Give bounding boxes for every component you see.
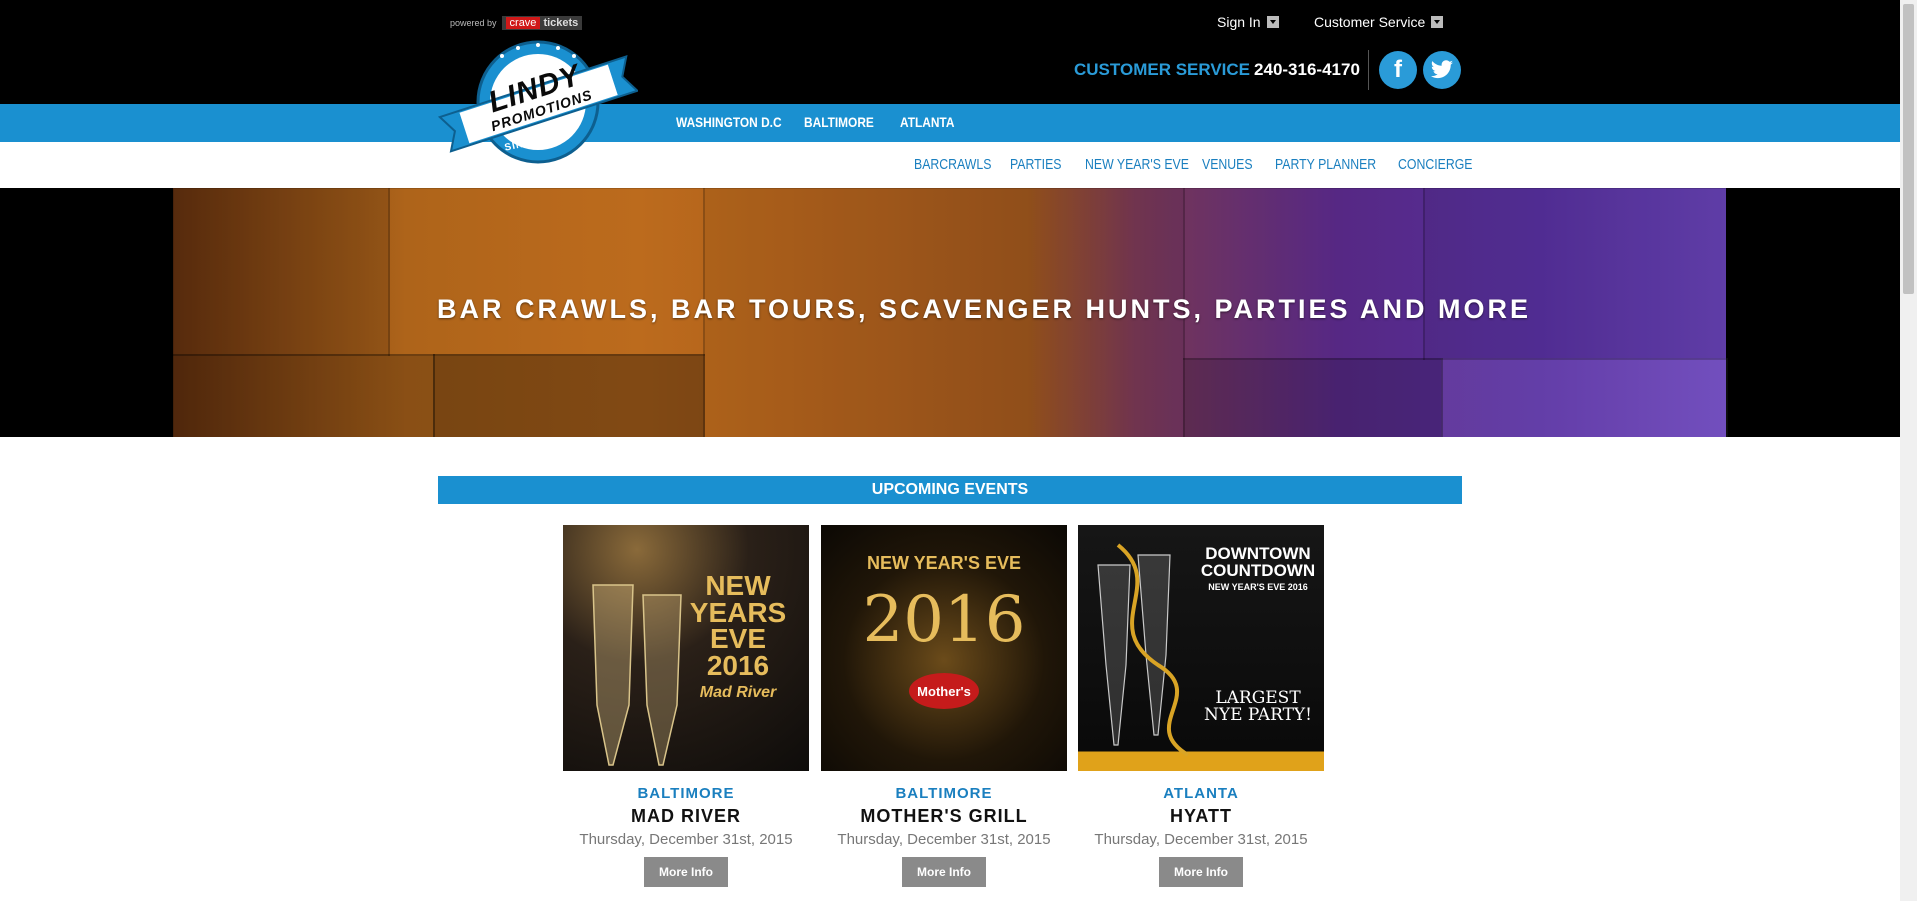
more-info-button[interactable]: More Info [644, 857, 728, 887]
poster-line: Mad River [699, 684, 777, 702]
lindy-promotions-logo[interactable]: LINDY PROMOTIONS SINCE 1993 [437, 38, 640, 168]
event-poster-mothers-grill[interactable]: NEW YEAR'S EVE 2016 Mother's [821, 525, 1067, 771]
customer-service-label: Customer Service [1314, 14, 1426, 30]
nav-new-years-eve[interactable]: NEW YEAR'S EVE [1085, 156, 1189, 173]
nav-concierge[interactable]: CONCIERGE [1398, 156, 1472, 173]
nav-barcrawls[interactable]: BARCRAWLS [914, 156, 991, 173]
poster-line: Mother's [909, 673, 979, 709]
nav-baltimore[interactable]: BALTIMORE [804, 114, 874, 130]
nav-party-planner[interactable]: PARTY PLANNER [1275, 156, 1376, 173]
poster-line: 2016 [862, 583, 1026, 657]
more-info-button[interactable]: More Info [1159, 857, 1243, 887]
customer-service-menu[interactable]: Customer Service [1314, 14, 1444, 30]
crave-label: crave [505, 17, 541, 29]
poster-line: NEW YEAR'S EVE 2016 [1208, 582, 1308, 592]
top-header [0, 0, 1900, 104]
cs-phone[interactable]: 240-316-4170 [1254, 60, 1360, 79]
poster-line: NEW [705, 570, 771, 601]
poster-line: YEARS [689, 596, 787, 628]
poster-line: EVE [709, 623, 767, 655]
event-venue[interactable]: HYATT [1078, 806, 1324, 827]
event-venue[interactable]: MOTHER'S GRILL [821, 806, 1067, 827]
upcoming-events-header: UPCOMING EVENTS [438, 476, 1462, 504]
twitter-bird [1431, 60, 1453, 79]
facebook-icon[interactable]: f [1379, 51, 1417, 89]
poster-line: NEW YEAR'S EVE [867, 553, 1021, 573]
tickets-label: tickets [543, 17, 579, 29]
poster-line: COUNTDOWN [1200, 561, 1316, 580]
poster-line: 2016 [706, 649, 770, 681]
nav-atlanta[interactable]: ATLANTA [900, 114, 954, 130]
event-poster-hyatt[interactable]: DOWNTOWN COUNTDOWN NEW YEAR'S EVE 2016 L… [1078, 525, 1324, 771]
event-card-hyatt: DOWNTOWN COUNTDOWN NEW YEAR'S EVE 2016 L… [1078, 525, 1324, 887]
customer-service-phone: CUSTOMER SERVICE 240-316-4170 [1074, 60, 1360, 80]
more-info-button[interactable]: More Info [902, 857, 986, 887]
hero-headline: BAR CRAWLS, BAR TOURS, SCAVENGER HUNTS, … [437, 294, 1532, 324]
event-city: BALTIMORE [895, 785, 993, 802]
event-card-mad-river: NEW YEARS EVE 2016 Mad River BALTIMORE M… [563, 525, 809, 887]
cs-label: CUSTOMER SERVICE [1074, 60, 1251, 79]
poster-line: NYE PARTY! [1204, 705, 1312, 725]
powered-by[interactable]: powered by crave tickets [450, 16, 583, 30]
nav-venues[interactable]: VENUES [1202, 156, 1253, 173]
twitter-icon[interactable] [1423, 51, 1461, 89]
chevron-down-icon [1431, 16, 1444, 28]
scrollbar-thumb[interactable] [1903, 4, 1914, 294]
event-venue[interactable]: MAD RIVER [563, 806, 809, 827]
divider [1368, 50, 1369, 90]
event-city: ATLANTA [1163, 785, 1239, 802]
event-date: Thursday, December 31st, 2015 [837, 831, 1051, 848]
nav-washington-dc[interactable]: WASHINGTON D.C [676, 114, 782, 130]
event-poster-mad-river[interactable]: NEW YEARS EVE 2016 Mad River [563, 525, 809, 771]
event-date: Thursday, December 31st, 2015 [1094, 831, 1308, 848]
chevron-down-icon [1266, 16, 1279, 28]
hero-banner: BAR CRAWLS, BAR TOURS, SCAVENGER HUNTS, … [0, 188, 1900, 437]
crave-tickets-logo[interactable]: crave tickets [501, 16, 583, 30]
event-card-mothers-grill: NEW YEAR'S EVE 2016 Mother's BALTIMORE M… [821, 525, 1067, 887]
facebook-glyph: f [1394, 56, 1402, 83]
poster-line: DOWNTOWN [1205, 544, 1311, 563]
event-date: Thursday, December 31st, 2015 [579, 831, 793, 848]
nav-parties[interactable]: PARTIES [1010, 156, 1062, 173]
event-city: BALTIMORE [637, 785, 735, 802]
sign-in-label: Sign In [1217, 14, 1261, 30]
page-scrollbar[interactable] [1900, 0, 1917, 901]
powered-by-label: powered by [450, 18, 497, 28]
sign-in-menu[interactable]: Sign In [1217, 14, 1279, 30]
